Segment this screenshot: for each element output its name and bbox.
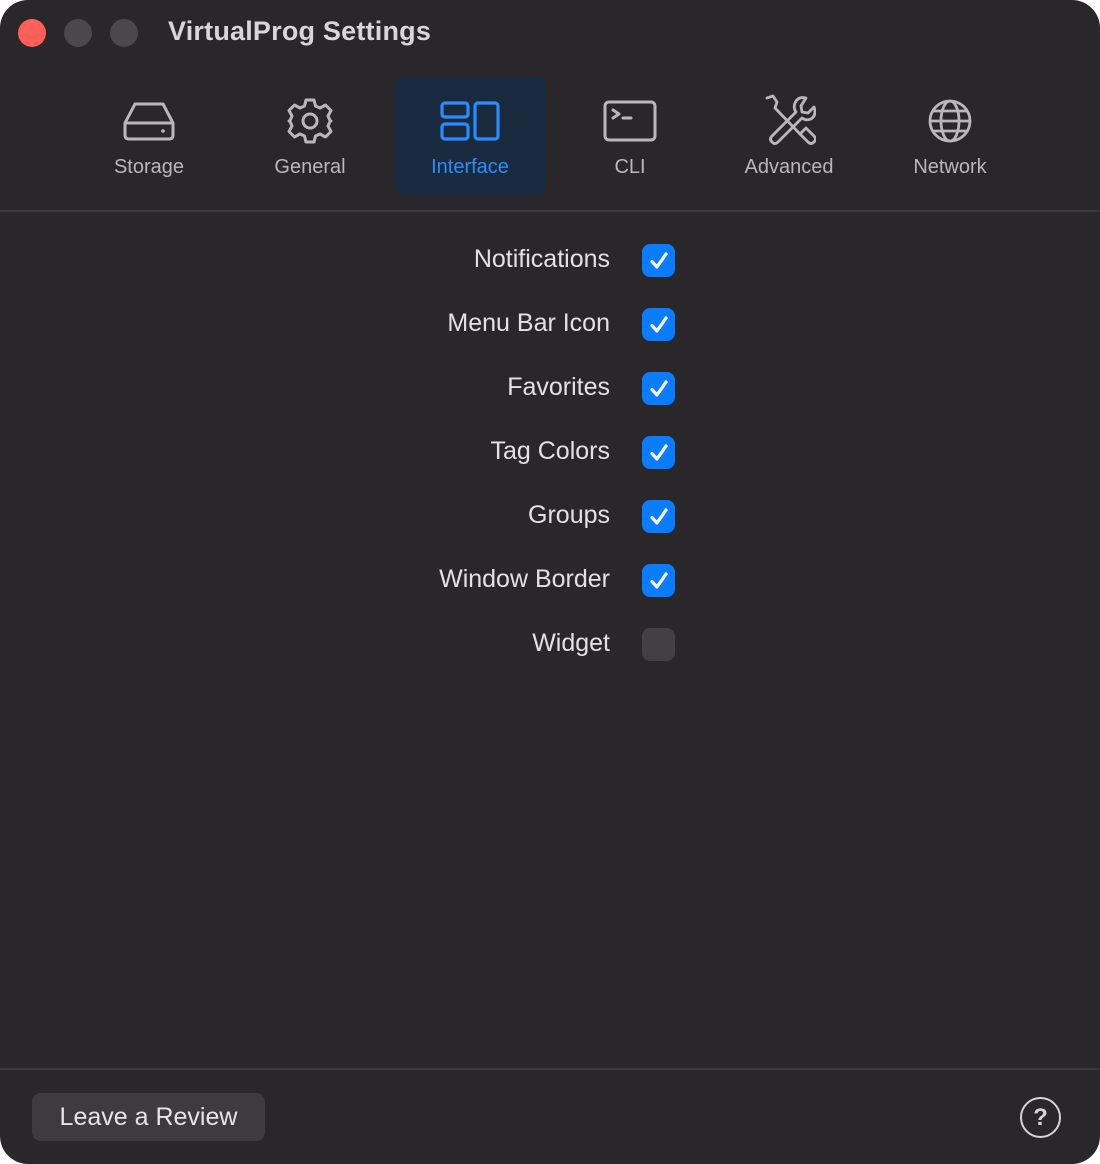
option-label: Widget [532, 629, 610, 657]
close-window-button[interactable] [18, 19, 46, 47]
tab-advanced[interactable]: Advanced [713, 76, 865, 196]
option-row-notifications: Notifications [0, 241, 1100, 281]
storage-drive-icon [118, 96, 180, 146]
checkmark-icon [649, 507, 668, 525]
menu-bar-icon-checkbox[interactable] [642, 308, 675, 341]
gear-icon [279, 96, 341, 146]
checkmark-icon [649, 251, 668, 269]
option-label: Tag Colors [490, 437, 611, 465]
option-row-tag-colors: Tag Colors [0, 433, 1100, 473]
leave-review-button[interactable]: Leave a Review [32, 1093, 265, 1141]
option-label: Favorites [507, 373, 610, 401]
notifications-checkbox[interactable] [642, 244, 675, 277]
settings-window: VirtualProg Settings Storage General Int… [0, 0, 1100, 1164]
window-title: VirtualProg Settings [168, 16, 432, 46]
option-label: Notifications [473, 245, 610, 273]
tools-icon [758, 94, 820, 146]
help-button[interactable]: ? [1020, 1097, 1061, 1138]
tab-label: General [274, 156, 346, 178]
tab-interface[interactable]: Interface [394, 76, 546, 196]
terminal-icon [599, 96, 661, 146]
tab-label: CLI [614, 156, 646, 178]
checkmark-icon [649, 379, 668, 397]
tab-label: Storage [113, 156, 185, 178]
tab-label: Advanced [744, 156, 834, 178]
settings-toolbar: Storage General Interface CLI Advanced N… [0, 66, 1100, 212]
option-label: Groups [528, 501, 610, 529]
groups-checkbox[interactable] [642, 500, 675, 533]
minimize-window-button[interactable] [64, 19, 92, 47]
widget-checkbox[interactable] [642, 628, 675, 661]
option-row-window-border: Window Border [0, 561, 1100, 601]
window-border-checkbox[interactable] [642, 564, 675, 597]
option-row-menu-bar-icon: Menu Bar Icon [0, 305, 1100, 345]
footer-divider [0, 1068, 1100, 1070]
option-label: Menu Bar Icon [447, 309, 610, 337]
option-row-groups: Groups [0, 497, 1100, 537]
title-bar: VirtualProg Settings [0, 0, 1100, 66]
tab-cli[interactable]: CLI [554, 76, 706, 196]
option-row-widget: Widget [0, 625, 1100, 665]
zoom-window-button[interactable] [110, 19, 138, 47]
option-label: Window Border [439, 565, 610, 593]
option-row-favorites: Favorites [0, 369, 1100, 409]
interface-layout-icon [439, 96, 501, 146]
checkmark-icon [649, 443, 668, 461]
tab-general[interactable]: General [234, 76, 386, 196]
tab-network[interactable]: Network [874, 76, 1026, 196]
question-mark-icon: ? [1033, 1103, 1048, 1131]
checkmark-icon [649, 315, 668, 333]
checkmark-icon [649, 571, 668, 589]
toolbar-divider [0, 210, 1100, 212]
tag-colors-checkbox[interactable] [642, 436, 675, 469]
tab-label: Network [913, 156, 987, 178]
tab-label: Interface [431, 156, 509, 178]
tab-storage[interactable]: Storage [73, 76, 225, 196]
favorites-checkbox[interactable] [642, 372, 675, 405]
globe-icon [919, 96, 981, 146]
